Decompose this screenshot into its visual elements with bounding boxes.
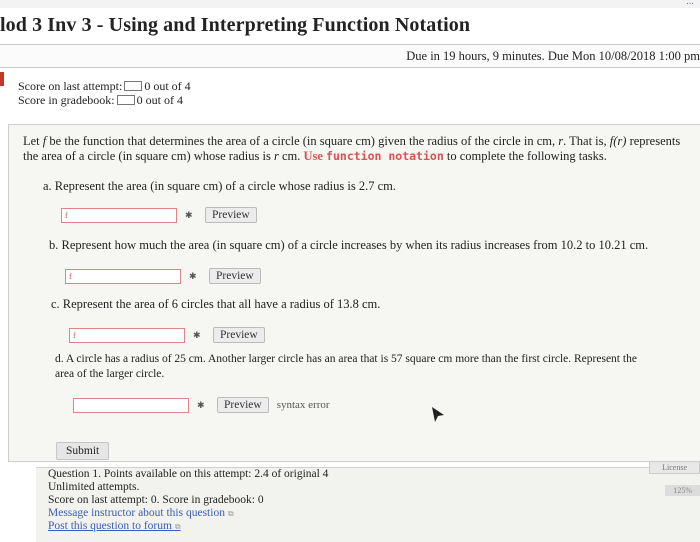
score-last-bar xyxy=(124,81,143,91)
intro-var-r2: r xyxy=(273,149,279,163)
external-link-icon: ⧉ xyxy=(227,509,234,518)
task-b-answer-row: f ✱ Preview xyxy=(65,268,261,284)
score-gradebook-row: Score in gradebook: 0 out of 4 xyxy=(18,93,191,107)
task-c-label: c. Represent the area of 6 circles that … xyxy=(51,297,381,311)
task-d-syntax-error: syntax error xyxy=(276,399,330,411)
intro-text-5: cm. xyxy=(281,149,301,163)
top-link-fragment[interactable]: ... xyxy=(687,0,695,7)
task-b-label: b. Represent how much the area (in squar… xyxy=(49,238,649,252)
score-gradebook-value: 0 out of 4 xyxy=(136,93,183,107)
task-a-answer-row: f ✱ Preview xyxy=(61,207,257,223)
intro-text-1: Let xyxy=(23,134,40,148)
side-marker xyxy=(0,72,4,86)
intro-text-6: to complete the following tasks. xyxy=(446,149,607,163)
intro-use: Use xyxy=(303,149,323,163)
task-c-answer-row: f ✱ Preview xyxy=(69,327,265,343)
intro-text-2: be the function that determines the area… xyxy=(49,134,556,148)
question-intro: Let f be the function that determines th… xyxy=(23,134,695,164)
task-c-status-icon: ✱ xyxy=(193,329,201,340)
task-d-label: d. A circle has a radius of 25 cm. Anoth… xyxy=(55,353,637,380)
question-box: Let f be the function that determines th… xyxy=(8,124,700,462)
footer-points: Question 1. Points available on this att… xyxy=(48,468,329,480)
page-title: lod 3 Inv 3 - Using and Interpreting Fun… xyxy=(0,14,471,36)
score-summary: Score on last attempt: 0 out of 4 Score … xyxy=(18,79,191,107)
intro-text-3: . That is, xyxy=(563,134,607,148)
external-link-icon: ⧉ xyxy=(174,522,181,531)
message-instructor-label: Message instructor about this question xyxy=(48,507,225,519)
footer-score: Score on last attempt: 0. Score in grade… xyxy=(48,494,264,506)
score-last-row: Score on last attempt: 0 out of 4 xyxy=(18,79,191,93)
score-gradebook-label: Score in gradebook: xyxy=(18,93,115,107)
task-b-status-icon: ✱ xyxy=(189,270,197,281)
score-gradebook-bar xyxy=(116,95,135,105)
task-d-answer-row: ✱ Preview syntax error xyxy=(73,397,330,413)
post-forum-link[interactable]: Post this question to forum ⧉ xyxy=(36,520,700,533)
zoom-level: 125% xyxy=(665,485,700,496)
top-strip: ... xyxy=(0,0,700,8)
task-d-preview-button[interactable]: Preview xyxy=(217,397,269,413)
task-a-preview-button[interactable]: Preview xyxy=(205,207,257,223)
question-info-footer: Question 1. Points available on this att… xyxy=(36,467,700,542)
task-a-input[interactable]: f xyxy=(61,207,177,223)
due-bar: Due in 19 hours, 9 minutes. Due Mon 10/0… xyxy=(0,44,700,68)
message-instructor-link[interactable]: Message instructor about this question ⧉ xyxy=(36,507,700,520)
score-last-label: Score on last attempt: xyxy=(18,79,123,93)
task-b-preview-button[interactable]: Preview xyxy=(209,268,261,284)
task-a-label: a. Represent the area (in square cm) of … xyxy=(43,179,396,193)
task-b-input[interactable]: f xyxy=(65,268,181,284)
post-forum-label: Post this question to forum xyxy=(48,520,172,532)
license-button[interactable]: License xyxy=(649,461,700,474)
footer-attempts: Unlimited attempts. xyxy=(48,481,140,493)
mouse-cursor-icon xyxy=(432,407,446,428)
intro-function-notation: function notation xyxy=(326,149,444,163)
task-a-status-icon: ✱ xyxy=(185,209,193,220)
due-date-text: Due in 19 hours, 9 minutes. Due Mon 10/0… xyxy=(406,49,700,63)
intro-var-f: f xyxy=(42,134,47,148)
task-d-input[interactable] xyxy=(73,397,189,413)
task-c-preview-button[interactable]: Preview xyxy=(213,327,265,343)
task-d-status-icon: ✱ xyxy=(197,399,205,410)
task-c-input[interactable]: f xyxy=(69,327,185,343)
score-last-value: 0 out of 4 xyxy=(144,79,191,93)
submit-button[interactable]: Submit xyxy=(56,442,110,460)
intro-var-fr: f(r) xyxy=(609,134,627,148)
